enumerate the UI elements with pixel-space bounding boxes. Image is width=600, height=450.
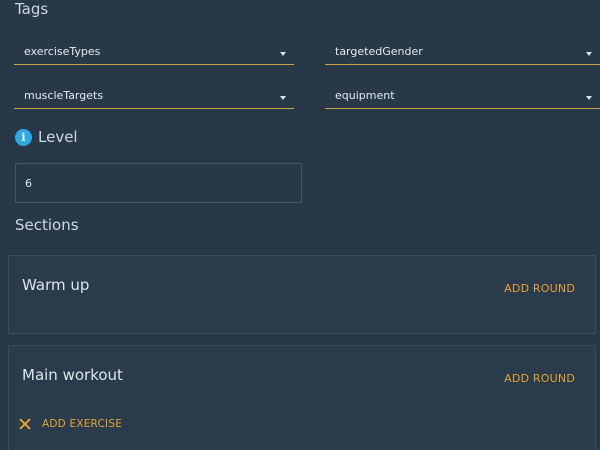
sections-heading: Sections — [15, 216, 79, 234]
level-input[interactable] — [15, 163, 302, 203]
add-exercise-button[interactable]: ADD EXERCISE — [19, 418, 122, 430]
level-label: Level — [38, 128, 78, 146]
muscle-targets-select[interactable]: muscleTargets — [14, 87, 294, 109]
info-icon[interactable]: i — [15, 128, 32, 146]
dropdown-arrow-icon — [280, 96, 286, 100]
dropdown-arrow-icon — [586, 96, 592, 100]
muscle-targets-value: muscleTargets — [24, 89, 104, 102]
workout-editor: Tags exerciseTypes targetedGender muscle… — [0, 0, 600, 450]
dropdown-arrow-icon — [280, 52, 286, 56]
section-title: Warm up — [22, 276, 90, 294]
equipment-value: equipment — [335, 89, 395, 102]
exercise-types-value: exerciseTypes — [24, 45, 101, 58]
targeted-gender-value: targetedGender — [335, 45, 423, 58]
exercise-types-select[interactable]: exerciseTypes — [14, 43, 294, 65]
add-round-button[interactable]: ADD ROUND — [504, 282, 575, 295]
close-icon — [19, 418, 31, 430]
level-header: i Level — [15, 127, 78, 147]
add-exercise-label: ADD EXERCISE — [42, 418, 123, 430]
targeted-gender-select[interactable]: targetedGender — [325, 43, 600, 65]
section-card-main-workout: Main workout ADD ROUND ADD EXERCISE — [8, 345, 596, 450]
equipment-select[interactable]: equipment — [325, 87, 600, 109]
dropdown-arrow-icon — [586, 52, 592, 56]
section-title: Main workout — [22, 366, 123, 384]
tags-heading: Tags — [15, 0, 49, 18]
add-round-button[interactable]: ADD ROUND — [504, 372, 575, 385]
section-card-warm-up: Warm up ADD ROUND — [8, 255, 596, 334]
